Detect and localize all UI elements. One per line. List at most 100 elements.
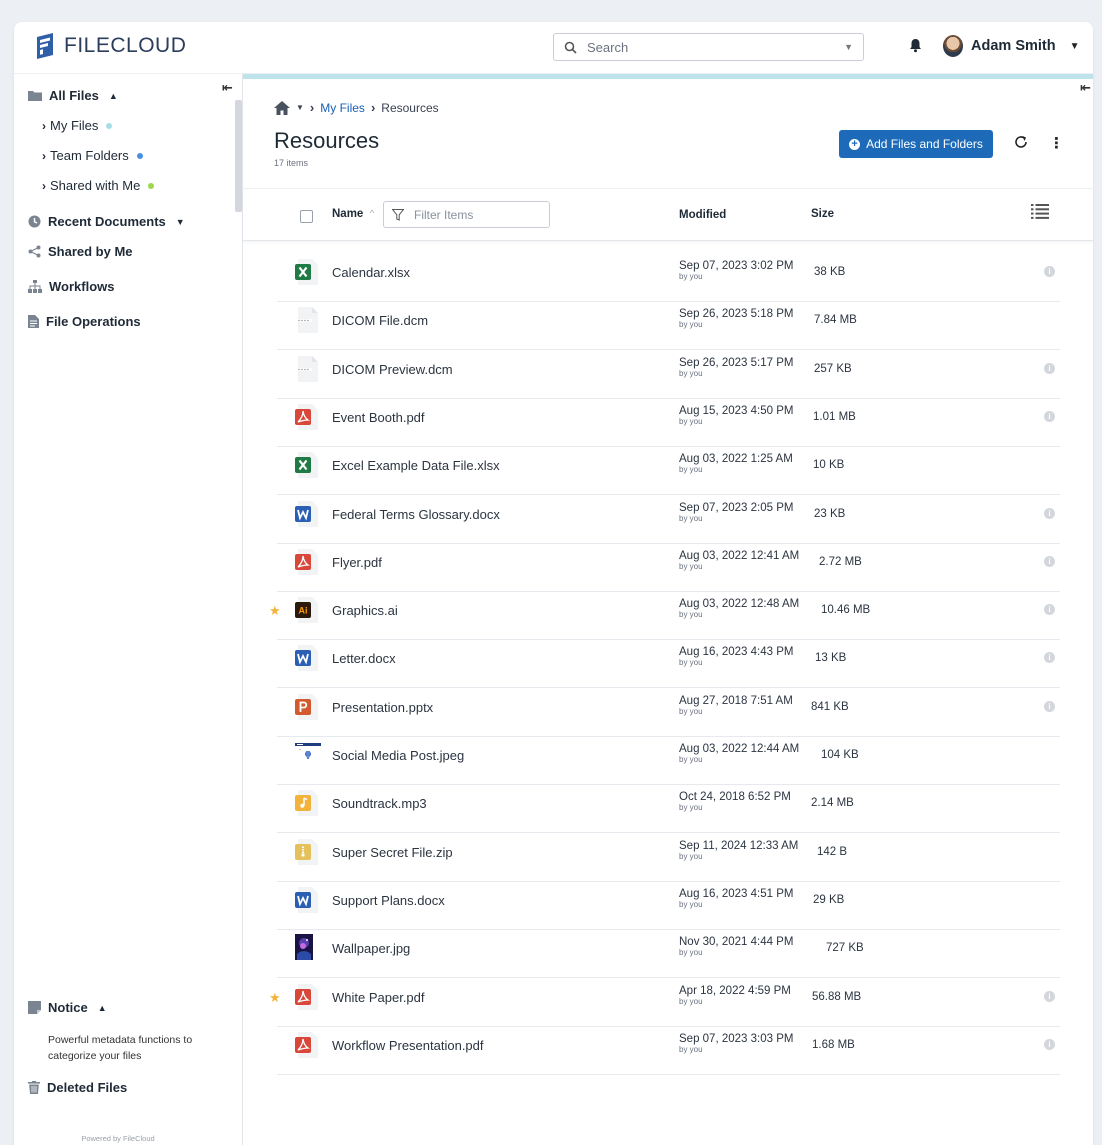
file-row[interactable]: Support Plans.docx Aug 16, 2023 4:51 PM by… [277,882,1060,930]
info-icon[interactable]: i [1044,362,1055,374]
breadcrumb-my-files[interactable]: My Files [320,101,365,115]
sidebar-item-label: File Operations [46,314,141,329]
sidebar-item-notice[interactable]: Notice ▲ [28,1000,107,1015]
file-row[interactable]: Letter.docx Aug 16, 2023 4:43 PM by you 13 … [277,640,1060,689]
file-row[interactable]: Federal Terms Glossary.docx Sep 07, 2023 … [277,496,1060,544]
sidebar-item-all-files[interactable]: All Files ▲ [28,88,118,103]
filecloud-logo-icon [37,33,53,59]
info-icon[interactable]: i [1044,410,1055,422]
file-name[interactable]: Event Booth.pdf [332,410,425,425]
collapse-sidebar-icon[interactable]: ⇤ [222,80,233,96]
info-icon[interactable]: i [1044,555,1055,567]
file-name[interactable]: Flyer.pdf [332,555,382,570]
filter-icon [392,208,404,221]
sidebar-item-deleted-files[interactable]: Deleted Files [28,1080,127,1095]
info-icon[interactable]: i [1044,652,1055,664]
file-name[interactable]: Workflow Presentation.pdf [332,1038,484,1053]
file-name[interactable]: Social Media Post.jpeg [332,748,464,763]
file-row[interactable]: Super Secret File.zip Sep 11, 2024 12:33 … [277,834,1060,882]
file-row[interactable]: Excel Example Data File.xlsx Aug 03, 2022… [277,447,1060,496]
collapse-panel-icon[interactable]: ⇤ [1080,80,1091,96]
file-size: 2.14 MB [811,797,854,810]
search-box[interactable]: ▼ [553,33,864,61]
file-size: 10 KB [813,459,845,472]
file-name[interactable]: White Paper.pdf [332,990,425,1005]
modified-by: by you [679,610,703,620]
file-row[interactable]: Workflow Presentation.pdf Sep 07, 2023 3:… [277,1027,1060,1075]
file-row[interactable]: Social Media Post.jpeg Aug 03, 2022 12:44… [277,737,1060,785]
more-options-icon[interactable]: ⋮ [1049,134,1064,152]
modified-date: Aug 16, 2023 4:43 PM [679,646,794,659]
file-row[interactable]: Event Booth.pdf Aug 15, 2023 4:50 PM by yo… [277,399,1060,447]
user-menu[interactable]: Adam Smith ▼ [943,35,1080,57]
modified-by: by you [679,706,703,716]
sidebar-item-workflows[interactable]: Workflows [28,279,115,294]
file-row[interactable]: DICOM Preview.dcm Sep 26, 2023 5:17 PM by … [277,351,1060,399]
column-name[interactable]: Name [332,208,363,220]
info-icon[interactable]: i [1044,604,1055,616]
file-name[interactable]: Federal Terms Glossary.docx [332,507,500,522]
modified-date: Aug 27, 2018 7:51 AM [679,694,793,707]
home-dropdown-icon[interactable]: ▼ [296,103,304,112]
file-name[interactable]: Presentation.pptx [332,700,433,715]
filter-input[interactable] [414,207,534,222]
file-row[interactable]: ★ White Paper.pdf Apr 18, 2022 4:59 PM by y… [269,979,1060,1027]
modified-date: Sep 07, 2023 3:03 PM [679,1032,794,1045]
file-name[interactable]: DICOM File.dcm [332,313,428,328]
home-icon[interactable] [274,100,290,115]
file-name[interactable]: Graphics.ai [332,603,398,618]
file-row[interactable]: ★ Ai Graphics.ai Aug 03, 2022 12:48 AM by yo… [269,592,1060,641]
file-row[interactable]: Calendar.xlsx Sep 07, 2023 3:02 PM by you 3… [277,254,1060,302]
wallpaper-thumbnail-icon [295,934,319,962]
list-view-icon[interactable] [1031,204,1049,219]
sidebar-item-file-operations[interactable]: File Operations [28,314,141,329]
shared-with-me-dot [148,182,155,189]
info-icon[interactable]: i [1044,990,1055,1002]
sidebar-item-shared-by-me[interactable]: Shared by Me [28,244,133,259]
star-icon[interactable]: ★ [269,603,281,619]
filter-box[interactable] [383,201,550,228]
file-row[interactable]: DICOM File.dcm Sep 26, 2023 5:18 PM by you… [277,302,1060,351]
column-size[interactable]: Size [811,208,834,220]
sidebar-item-shared-with-me[interactable]: › Shared with Me [42,178,155,193]
sidebar-scrollbar[interactable] [235,100,242,212]
star-icon[interactable]: ★ [269,990,281,1006]
modified-date: Aug 03, 2022 12:44 AM [679,743,800,755]
file-row[interactable]: Presentation.pptx Aug 27, 2018 7:51 AM by … [277,689,1060,737]
info-icon[interactable]: i [1044,266,1055,277]
info-icon[interactable]: i [1044,1038,1055,1050]
info-icon[interactable]: i [1044,700,1055,712]
pdf-icon [295,983,319,1011]
chevron-right-icon: › [42,178,46,193]
search-input[interactable] [587,39,845,55]
notification-bell-icon[interactable] [909,38,922,53]
file-name[interactable]: Calendar.xlsx [332,265,410,280]
add-files-button[interactable]: + Add Files and Folders [839,130,993,158]
file-name[interactable]: Super Secret File.zip [332,845,453,860]
sidebar-item-team-folders[interactable]: › Team Folders [42,148,143,163]
select-all-checkbox[interactable] [300,210,313,223]
file-name[interactable]: Wallpaper.jpg [332,941,410,956]
user-dropdown-icon: ▼ [1069,40,1080,52]
file-row[interactable]: Soundtrack.mp3 Oct 24, 2018 6:52 PM by you… [277,785,1060,834]
modified-by: by you [679,658,703,668]
filecloud-logo[interactable]: FILECLOUD [34,32,186,60]
file-name[interactable]: Excel Example Data File.xlsx [332,458,500,473]
file-name[interactable]: Letter.docx [332,651,396,666]
file-modified: Aug 16, 2023 4:51 PM by you [679,888,793,909]
top-bar: FILECLOUD ▼ Adam Smith ▼ [14,22,1093,74]
file-row[interactable]: Wallpaper.jpg Nov 30, 2021 4:44 PM by you 7… [277,930,1060,979]
file-name[interactable]: DICOM Preview.dcm [332,362,453,377]
sidebar-item-recent-documents[interactable]: Recent Documents ▼ [28,214,185,229]
file-modified: Nov 30, 2021 4:44 PM by you [679,936,793,957]
info-icon[interactable]: i [1044,507,1055,519]
file-modified: Aug 15, 2023 4:50 PM by you [679,405,793,426]
column-modified[interactable]: Modified [679,209,726,221]
search-dropdown-icon[interactable]: ▼ [844,42,853,52]
file-name[interactable]: Soundtrack.mp3 [332,796,427,811]
file-row[interactable]: Flyer.pdf Aug 03, 2022 12:41 AM by you 2.72… [277,544,1060,592]
file-name[interactable]: Support Plans.docx [332,893,445,908]
refresh-icon[interactable] [1014,135,1028,149]
sidebar-item-my-files[interactable]: › My Files [42,118,113,133]
sort-caret-icon[interactable]: ^ [370,208,374,218]
